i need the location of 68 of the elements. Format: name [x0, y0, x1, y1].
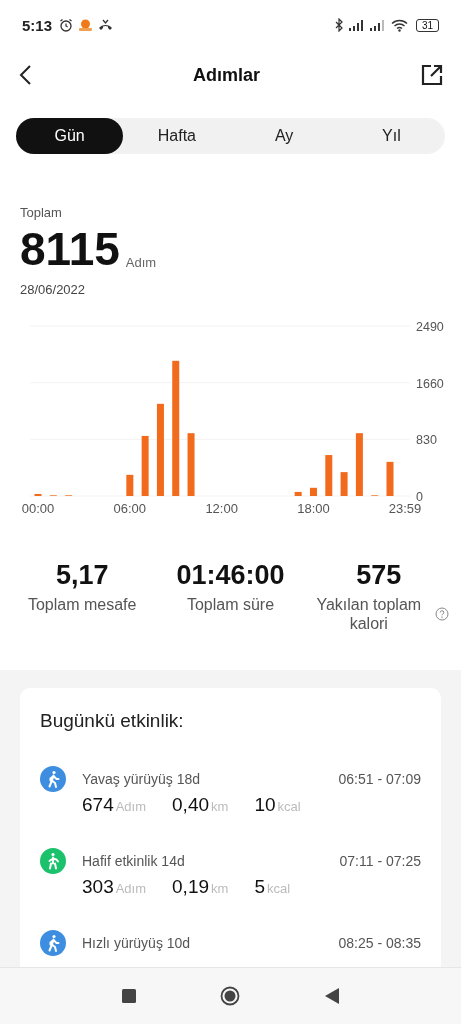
step-bar [355, 433, 363, 496]
period-tab[interactable]: Hafta [123, 118, 231, 154]
distance-unit: km [211, 881, 229, 896]
step-unit: Adım [125, 255, 157, 270]
step-bar [310, 487, 317, 496]
alarm-icon [59, 18, 74, 32]
activity-time: 06:51 - 07:09 [338, 771, 421, 787]
y-axis-label: 830 [416, 433, 437, 448]
activity-name: Yavaş yürüyüş 18d [82, 771, 201, 787]
x-axis-label: 06:00 [113, 501, 147, 513]
calories-unit: kcal [277, 799, 301, 814]
date-text: 28/06/2022 [20, 282, 86, 297]
bluetooth-icon [334, 18, 344, 32]
activity-name: Hızlı yürüyüş 10d [82, 935, 191, 951]
activity-distance: 0,19 [172, 876, 210, 898]
activity-distance: 0,40 [172, 794, 210, 816]
page-title: Adımlar [193, 64, 260, 86]
stat-value: 5,17 [55, 560, 109, 591]
stat-label: Toplam süre [186, 595, 275, 614]
stat-value: 575 [356, 560, 402, 591]
help-icon[interactable] [434, 607, 449, 621]
steps-unit: Adım [115, 799, 147, 814]
back-nav-button[interactable] [324, 988, 339, 1004]
wifi-icon [390, 18, 408, 32]
home-button[interactable] [220, 986, 241, 1006]
activity-time: 07:11 - 07:25 [339, 853, 421, 869]
status-time: 5:13 [22, 16, 53, 34]
signal-icon [348, 19, 365, 31]
step-bar [340, 472, 348, 496]
step-bar [294, 491, 302, 496]
activity-name: Hafif etkinlik 14d [82, 853, 185, 869]
step-bar [126, 474, 134, 496]
share-icon [421, 64, 443, 86]
step-bar [141, 435, 149, 496]
activity-time: 08:25 - 08:35 [338, 935, 421, 951]
step-bar [386, 461, 394, 496]
activity-steps: 674 [82, 794, 114, 816]
x-axis-label: 23:59 [388, 501, 422, 513]
distance-unit: km [211, 799, 229, 814]
activity-steps: 303 [82, 876, 114, 898]
x-axis-label: 00:00 [21, 501, 55, 513]
y-axis-label: 0 [416, 490, 423, 504]
period-tab[interactable]: Yıl [337, 118, 445, 154]
signal-icon [369, 19, 386, 31]
step-bar [187, 433, 195, 496]
chevron-left-icon [18, 64, 32, 86]
step-bar [325, 455, 333, 496]
x-axis-label: 18:00 [297, 501, 330, 513]
battery-indicator: 31 [415, 18, 439, 32]
y-axis-label: 2490 [416, 320, 444, 334]
stat-label: Yakılan toplam kalori [315, 595, 423, 633]
period-tab[interactable]: Gün [16, 118, 124, 154]
stat-label: Toplam mesafe [27, 595, 137, 614]
activity-calories: 5 [254, 876, 265, 898]
missed-call-icon [98, 18, 114, 32]
y-axis-label: 1660 [416, 376, 444, 391]
x-axis-label: 12:00 [205, 501, 238, 513]
app-notification-icon [78, 18, 94, 32]
total-label: Toplam [20, 205, 62, 220]
activity-calories: 10 [254, 794, 276, 816]
calories-unit: kcal [266, 881, 291, 896]
activity-title: Bugünkü etkinlik: [40, 710, 184, 732]
step-bar [34, 493, 42, 496]
recents-button[interactable] [122, 989, 137, 1003]
steps-unit: Adım [115, 881, 147, 896]
stat-value: 01:46:00 [176, 560, 285, 591]
period-tab[interactable]: Ay [230, 118, 338, 154]
step-count: 8115 [20, 226, 120, 272]
